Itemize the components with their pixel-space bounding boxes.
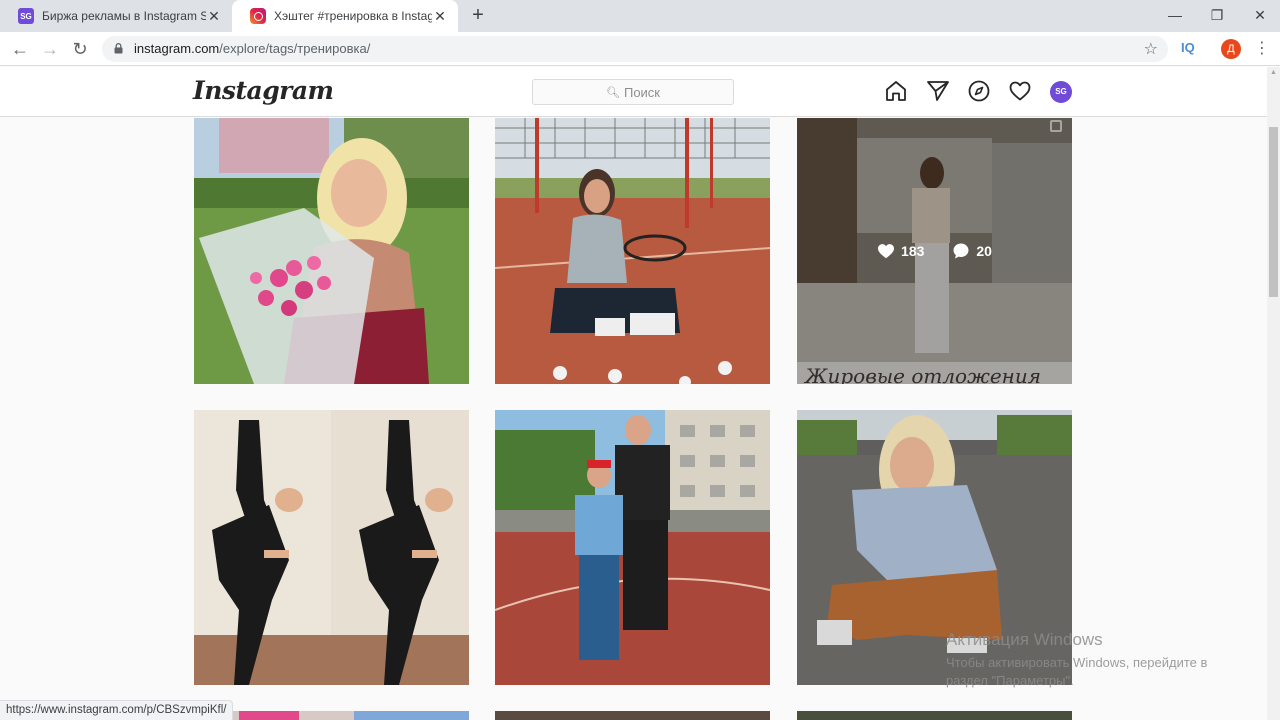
scroll-up-arrow-icon[interactable]: ▲ bbox=[1270, 69, 1277, 76]
post-thumbnail[interactable] bbox=[194, 118, 469, 384]
tab-birzha[interactable]: SG Биржа рекламы в Instagram Sto ✕ bbox=[0, 0, 232, 32]
address-bar[interactable]: instagram.com/explore/tags/тренировка/ ☆ bbox=[102, 36, 1168, 62]
hashtag-posts-grid: Жировые отложения 183 20 bbox=[0, 118, 1267, 720]
tab-title: Биржа рекламы в Instagram Sto bbox=[42, 9, 206, 23]
likes-count: 183 bbox=[901, 243, 925, 259]
post-thumbnail[interactable] bbox=[194, 410, 469, 685]
gymnast-stretch-photo bbox=[194, 410, 469, 685]
iq-extension-icon[interactable]: IQ bbox=[1181, 40, 1195, 55]
page-scrollbar[interactable]: ▲ bbox=[1267, 67, 1280, 720]
comments-stat: 20 bbox=[952, 242, 992, 260]
post-thumbnail[interactable] bbox=[797, 410, 1072, 685]
search-placeholder: Поиск bbox=[623, 84, 660, 100]
close-window-button[interactable]: ✕ bbox=[1237, 0, 1280, 32]
reload-icon[interactable]: ↻ bbox=[68, 37, 92, 61]
sg-logo-icon: SG bbox=[18, 8, 34, 24]
post-thumbnail[interactable] bbox=[194, 711, 469, 720]
heart-icon bbox=[878, 244, 895, 259]
likes-stat: 183 bbox=[877, 243, 924, 259]
browser-tabstrip: SG Биржа рекламы в Instagram Sto ✕ Хэште… bbox=[0, 0, 1280, 32]
post-thumbnail[interactable] bbox=[797, 711, 1072, 720]
back-arrow-icon[interactable]: ← bbox=[8, 37, 32, 61]
tab-instagram-hashtag[interactable]: Хэштег #тренировка в Instagram ✕ bbox=[232, 0, 458, 32]
bookmark-star-icon[interactable]: ☆ bbox=[1144, 39, 1158, 59]
direct-message-icon[interactable] bbox=[926, 79, 950, 103]
url-host: instagram.com bbox=[134, 41, 220, 56]
browser-toolbar: ← → ↻ instagram.com/explore/tags/трениро… bbox=[0, 32, 1280, 66]
url-text: instagram.com/explore/tags/тренировка/ bbox=[134, 41, 370, 56]
search-icon: 🔍︎ bbox=[606, 86, 620, 99]
home-icon[interactable] bbox=[884, 79, 908, 103]
scrollbar-thumb[interactable] bbox=[1269, 127, 1278, 297]
woman-sitting-on-court-photo bbox=[495, 118, 770, 384]
post-thumbnail[interactable] bbox=[495, 410, 770, 685]
post-thumbnail[interactable] bbox=[495, 118, 770, 384]
browser-menu-icon[interactable]: ⋮ bbox=[1254, 38, 1270, 58]
instagram-header: Instagram 🔍︎ Поиск SG bbox=[0, 67, 1267, 117]
lock-icon bbox=[114, 43, 123, 54]
explore-compass-icon[interactable] bbox=[967, 79, 991, 103]
close-tab-icon[interactable]: ✕ bbox=[206, 8, 222, 25]
comment-icon bbox=[953, 243, 969, 259]
url-path: /explore/tags/тренировка/ bbox=[219, 41, 371, 56]
activity-heart-icon[interactable] bbox=[1008, 79, 1032, 103]
user-avatar[interactable]: SG bbox=[1050, 81, 1072, 103]
minimize-button[interactable]: — bbox=[1152, 0, 1198, 32]
close-tab-icon[interactable]: ✕ bbox=[432, 8, 448, 25]
link-status-bar: https://www.instagram.com/p/CBSzvmpiKfl/ bbox=[0, 700, 234, 720]
woman-with-flowers-photo bbox=[194, 118, 469, 384]
post-thumbnail-hovered[interactable]: Жировые отложения 183 20 bbox=[797, 118, 1072, 384]
restore-button[interactable]: ❐ bbox=[1194, 0, 1240, 32]
post-thumbnail[interactable] bbox=[495, 711, 770, 720]
comments-count: 20 bbox=[976, 243, 992, 259]
search-input[interactable]: 🔍︎ Поиск bbox=[532, 79, 734, 105]
instagram-logo[interactable]: Instagram bbox=[193, 76, 334, 105]
tab-title: Хэштег #тренировка в Instagram bbox=[274, 9, 432, 23]
hover-stats-overlay: 183 20 bbox=[797, 118, 1072, 384]
boy-and-trainer-photo bbox=[495, 410, 770, 685]
forward-arrow-icon[interactable]: → bbox=[38, 37, 62, 61]
instagram-icon bbox=[250, 8, 266, 24]
profile-avatar[interactable]: Д bbox=[1221, 39, 1241, 59]
woman-squatting-road-photo bbox=[797, 410, 1072, 685]
new-tab-button[interactable]: + bbox=[466, 4, 490, 28]
